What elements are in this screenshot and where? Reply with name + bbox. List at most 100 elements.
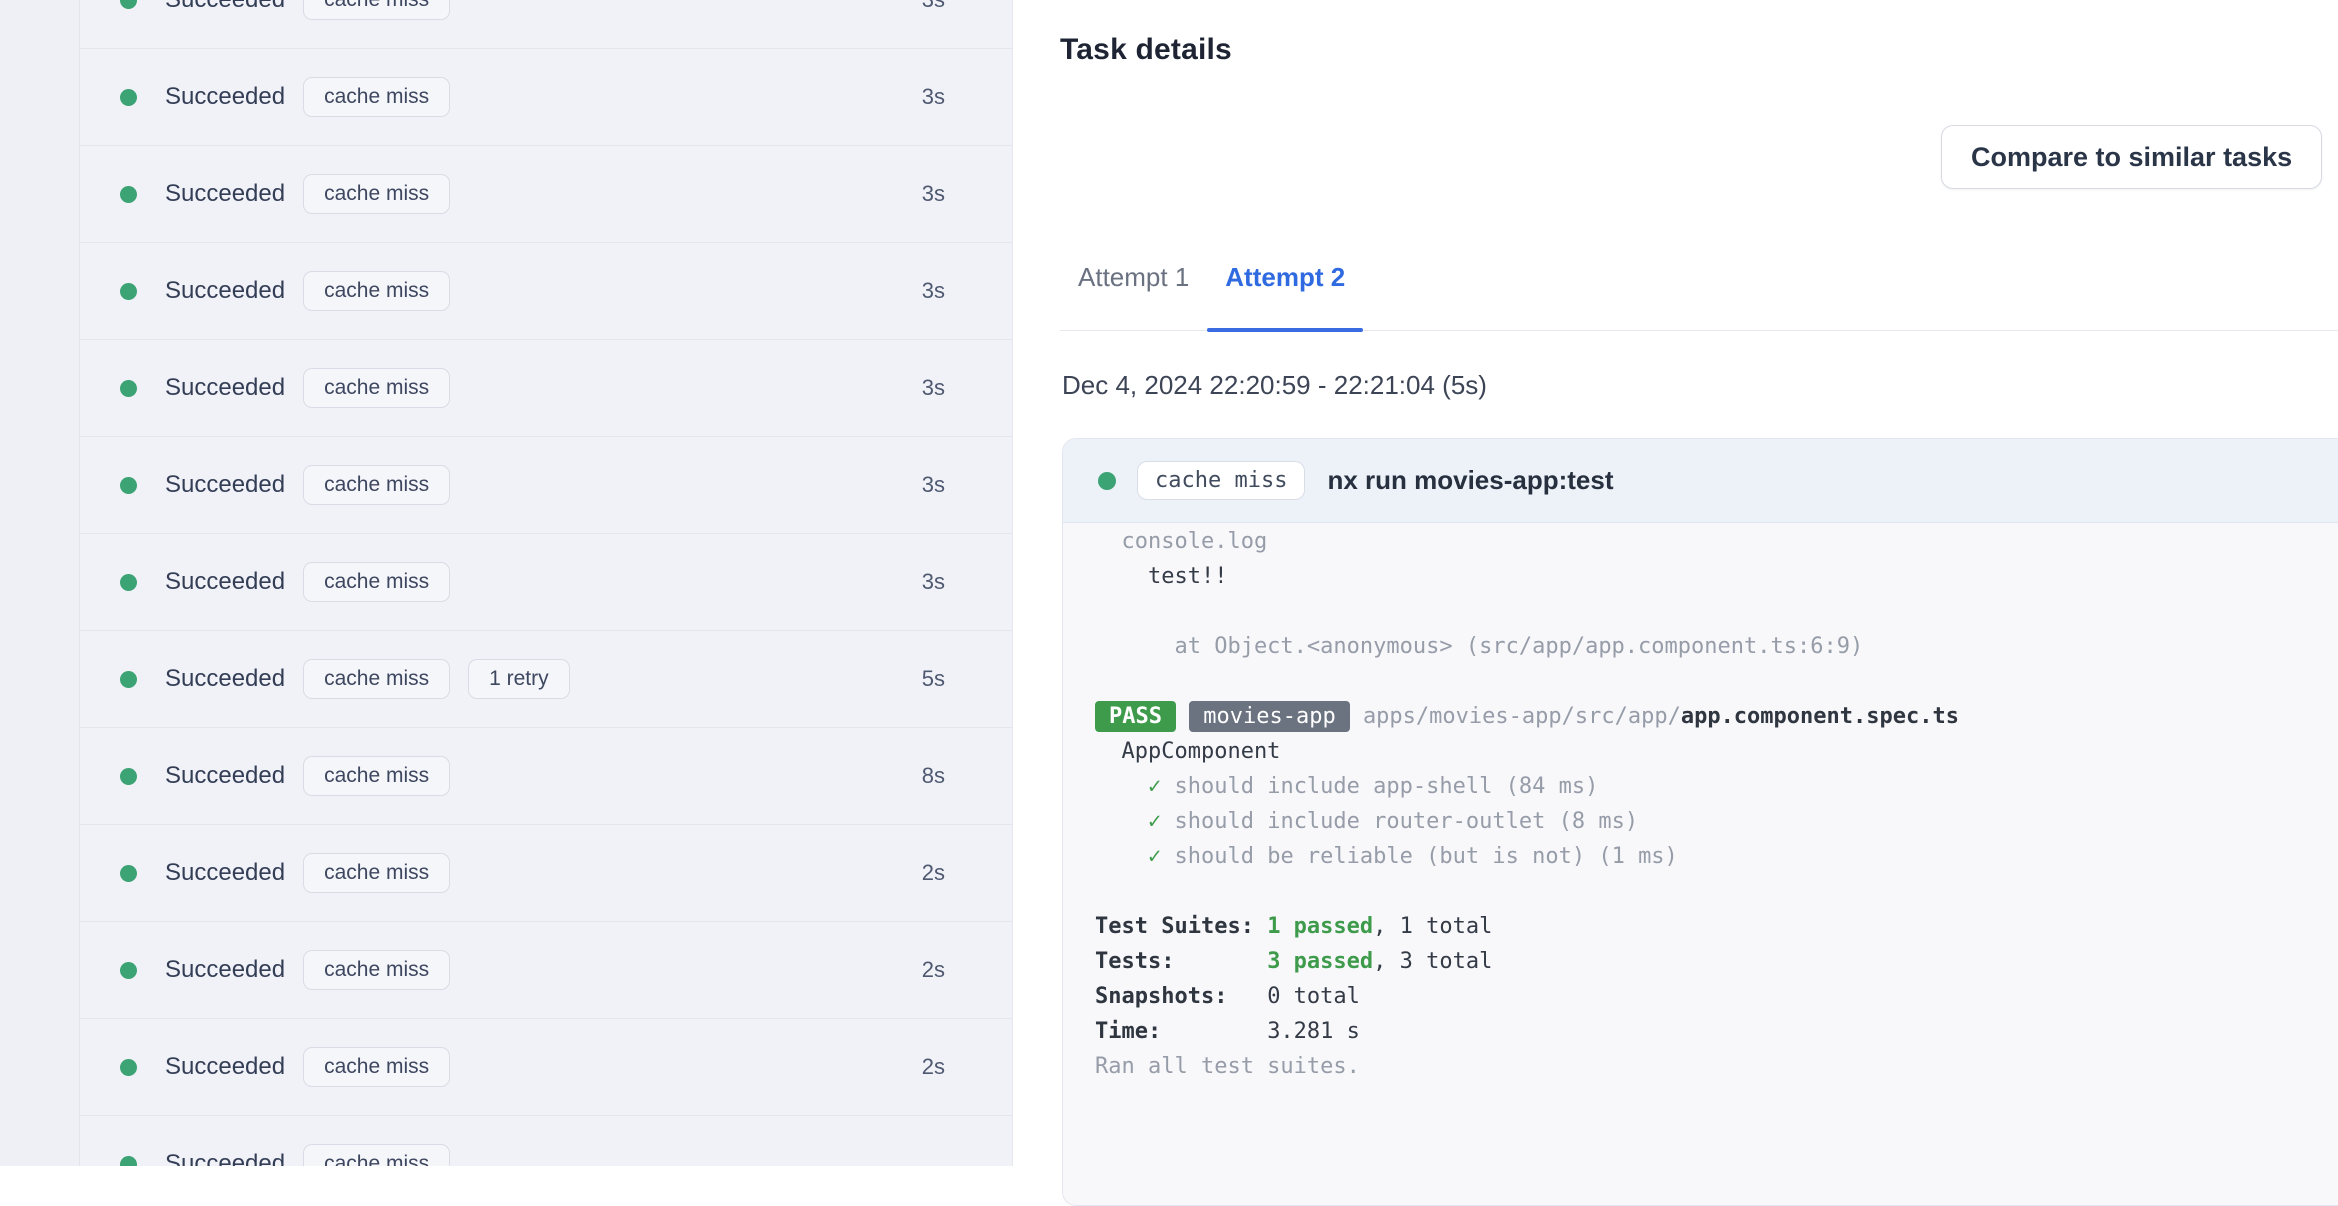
terminal-text: Ran all test suites. [1095,1054,1360,1079]
status-label: Succeeded [165,277,286,304]
terminal-text: Snapshots: [1095,984,1268,1009]
task-run-row[interactable]: Succeeded cache miss 3s [80,340,1012,437]
terminal-line: ✓ should be reliable (but is not) (1 ms) [1095,839,2338,874]
task-run-row[interactable]: Succeeded cache miss 3s [80,49,1012,146]
terminal-text: ✓ [1095,809,1175,834]
terminal-text: , 3 total [1373,949,1493,974]
status-label: Succeeded [165,374,286,401]
duration-label: 3s [921,181,945,206]
cache-status-badge: cache miss [303,1047,451,1087]
status-dot [120,767,137,785]
status-dot [1098,471,1116,490]
terminal-text: Time: [1095,1019,1268,1044]
pass-badge: PASS [1095,701,1176,732]
duration-label: 3s [921,569,945,594]
terminal-text: , 1 total [1373,914,1493,939]
terminal-line: Ran all test suites. [1095,1049,2338,1084]
duration-label: 5s [921,666,945,691]
duration-label: 3s [921,84,945,109]
tab-attempt-1[interactable]: Attempt 1 [1060,262,1207,330]
terminal-text: ✓ [1095,844,1175,869]
cache-status-badge: cache miss [303,756,451,796]
terminal-line: test!! [1095,559,2338,594]
task-output-card-header[interactable]: cache miss nx run movies-app:test [1063,439,2338,523]
status-dot [120,573,137,591]
status-label: Succeeded [165,956,286,983]
status-dot [120,961,137,979]
task-output-card: cache miss nx run movies-app:test consol… [1062,438,2338,1206]
status-dot [120,1058,137,1076]
status-dot [120,282,137,300]
cache-status-badge: cache miss [303,368,451,408]
task-run-row[interactable]: Succeeded cache miss 8s [80,728,1012,825]
terminal-text: apps/movies-app/src/app/ [1362,704,1681,729]
terminal-line: at Object.<anonymous> (src/app/app.compo… [1095,629,2338,664]
task-run-row[interactable]: Succeeded cache miss 2s [80,922,1012,1019]
terminal-text: app.component.spec.ts [1680,704,1959,729]
terminal-line: console.log [1095,524,2338,559]
task-details-panel: Task details Compare to similar tasks At… [1013,0,2338,1206]
duration-label: 2s [921,860,945,885]
cache-status-badge: cache miss [303,1144,451,1166]
task-run-list: Succeeded cache miss 3s Succeeded cache miss… [79,0,1012,1166]
terminal-line: Test Suites: 1 passed, 1 total [1095,909,2338,944]
terminal-text: 3.281 s [1267,1019,1360,1044]
status-dot [120,864,137,882]
tab-attempt-2[interactable]: Attempt 2 [1207,262,1364,332]
cache-status-badge: cache miss [303,465,451,505]
duration-label: 2s [921,1054,945,1079]
task-run-row[interactable]: Succeeded cache miss 2s [80,825,1012,922]
status-dot [120,185,137,203]
compare-to-similar-tasks-button[interactable]: Compare to similar tasks [1941,125,2323,189]
terminal-line: Tests: 3 passed, 3 total [1095,944,2338,979]
status-dot [120,0,137,9]
terminal-text: should include router-outlet (8 ms) [1174,809,1639,834]
cache-status-badge: cache miss [303,174,451,214]
task-run-row[interactable]: Succeeded cache miss [80,1116,1012,1166]
attempt-tabs: Attempt 1 Attempt 2 [1060,262,2338,332]
terminal-line: ✓ should include router-outlet (8 ms) [1095,804,2338,839]
status-label: Succeeded [165,83,286,110]
task-run-row[interactable]: Succeeded cache miss 3s [80,146,1012,243]
task-run-row[interactable]: Succeeded cache miss 3s [80,534,1012,631]
terminal-text: should include app-shell (84 ms) [1174,774,1599,799]
page-title: Task details [1060,33,1232,66]
status-label: Succeeded [165,665,286,692]
terminal-line: AppComponent [1095,734,2338,769]
status-label: Succeeded [165,568,286,595]
task-run-row[interactable]: Succeeded cache miss 3s [80,243,1012,340]
status-label: Succeeded [165,859,286,886]
status-dot [120,670,137,688]
duration-label: 8s [921,763,945,788]
terminal-line: Time: 3.281 s [1095,1014,2338,1049]
duration-label: 3s [921,472,945,497]
cache-status-badge: cache miss [303,271,451,311]
status-label: Succeeded [165,1150,286,1166]
cache-status-badge: cache miss [1137,461,1306,500]
status-label: Succeeded [165,0,285,14]
cache-status-badge: cache miss [303,853,451,893]
task-run-row[interactable]: Succeeded cache miss 3s [80,437,1012,534]
status-dot [120,379,137,397]
duration-label: 3s [922,0,945,13]
terminal-text: 1 passed [1267,914,1374,939]
status-label: Succeeded [165,1053,286,1080]
terminal-line: ✓ should include app-shell (84 ms) [1095,769,2338,804]
terminal-text: should be reliable (but is not) (1 ms) [1174,844,1678,869]
terminal-line: PASS movies-app apps/movies-app/src/app/… [1095,699,2338,734]
cache-status-badge: cache miss [303,77,451,117]
task-run-row[interactable]: Succeeded cache miss 3s [80,0,1012,49]
task-run-row[interactable]: Succeeded cache miss 2s [80,1019,1012,1116]
status-label: Succeeded [165,471,286,498]
duration-label: 2s [921,957,945,982]
terminal-text: at Object.<anonymous> (src/app/app.compo… [1095,634,1864,659]
terminal-text: ✓ [1095,774,1175,799]
duration-label: 3s [921,278,945,303]
task-run-row[interactable]: Succeeded cache miss 1 retry 5s [80,631,1012,728]
terminal-text: 3 passed [1267,949,1374,974]
terminal-text: Tests: [1095,949,1268,974]
